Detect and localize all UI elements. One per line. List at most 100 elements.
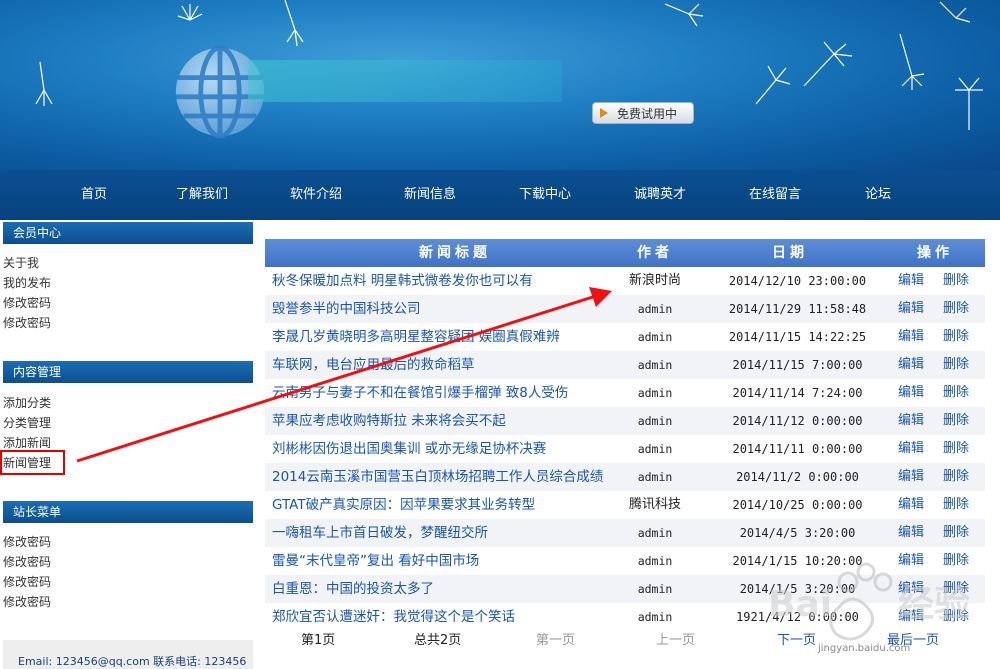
delete-link[interactable]: 删除	[943, 267, 969, 295]
sidebar-link-my-posts[interactable]: 我的发布	[3, 273, 51, 293]
header-date: 日期	[772, 245, 808, 261]
sidebar-link-about-me[interactable]: 关于我	[3, 253, 39, 273]
sidebar-link-category-management[interactable]: 分类管理	[3, 413, 51, 433]
news-title-link[interactable]: 苹果应考虑收购特斯拉 未来将会买不起	[272, 407, 617, 435]
news-author: admin	[637, 554, 673, 568]
news-date: 2014/11/14 7:24:00	[732, 386, 863, 400]
nav-item-about[interactable]: 了解我们	[157, 170, 247, 220]
news-date: 2014/11/15 14:22:25	[728, 330, 867, 344]
news-title-link[interactable]: 秋冬保暖加点料 明星韩式微卷发你也可以有	[272, 267, 617, 295]
news-date: 2014/11/12 0:00:00	[732, 414, 863, 428]
delete-link[interactable]: 删除	[943, 323, 969, 351]
delete-link[interactable]: 删除	[943, 435, 969, 463]
site-title-strip	[248, 60, 562, 102]
dandelion-icon	[939, 1, 971, 23]
nav-item-message[interactable]: 在线留言	[730, 170, 820, 220]
delete-link[interactable]: 删除	[943, 351, 969, 379]
table-row: 秋冬保暖加点料 明星韩式微卷发你也可以有 新浪时尚 2014/12/10 23:00…	[265, 267, 985, 295]
news-title-link[interactable]: 车联网，电台应用最后的救命稻草	[272, 351, 617, 379]
news-title-link[interactable]: 云南男子与妻子不和在餐馆引爆手榴弹 致8人受伤	[272, 379, 617, 407]
dandelion-icon	[955, 77, 983, 130]
edit-link[interactable]: 编辑	[898, 323, 924, 351]
table-row: 2014云南玉溪市国营玉白顶林场招聘工作人员综合成绩 admin 2014/11/2…	[265, 463, 985, 491]
nav-item-software[interactable]: 软件介绍	[271, 170, 361, 220]
news-date: 2014/12/10 23:00:00	[728, 274, 867, 288]
dandelion-icon	[664, 3, 704, 27]
edit-link[interactable]: 编辑	[898, 407, 924, 435]
svg-text:Bai: Bai	[768, 584, 832, 625]
sidebar-link-change-password[interactable]: 修改密码	[3, 552, 51, 572]
news-author: admin	[637, 582, 673, 596]
sidebar-link-change-password[interactable]: 修改密码	[3, 592, 51, 612]
watermark-url: jingyan.baidu.com	[818, 643, 911, 654]
edit-link[interactable]: 编辑	[898, 295, 924, 323]
delete-link[interactable]: 删除	[943, 519, 969, 547]
news-title-link[interactable]: 白重恩：中国的投资太多了	[272, 575, 617, 603]
table-row: 车联网，电台应用最后的救命稻草 admin 2014/11/15 7:00:00 编辑…	[265, 351, 985, 379]
admin-menu-heading: 站长菜单	[3, 501, 253, 523]
table-row: 李晟几岁黄晓明多高明星整容疑团 娱圈真假难辨 admin 2014/11/15 14…	[265, 323, 985, 351]
dandelion-icon	[177, 4, 203, 21]
news-author: admin	[637, 330, 673, 344]
edit-link[interactable]: 编辑	[898, 351, 924, 379]
pager-total: 总共2页	[414, 633, 462, 648]
sidebar-link-change-password[interactable]: 修改密码	[3, 532, 51, 552]
nav-item-home[interactable]: 首页	[49, 170, 139, 220]
table-row: 云南男子与妻子不和在餐馆引爆手榴弹 致8人受伤 admin 2014/11/14 7…	[265, 379, 985, 407]
table-row: 一嗨租车上市首日破发，梦醒纽交所 admin 2014/4/5 3:20:00 编辑删…	[265, 519, 985, 547]
news-title-link[interactable]: GTAT破产真实原因：因苹果要求其业务转型	[272, 491, 617, 519]
delete-link[interactable]: 删除	[943, 491, 969, 519]
edit-link[interactable]: 编辑	[898, 491, 924, 519]
edit-link[interactable]: 编辑	[898, 379, 924, 407]
news-date: 2014/11/15 7:00:00	[732, 358, 863, 372]
news-author: 腾讯科技	[628, 497, 681, 512]
delete-link[interactable]: 删除	[943, 379, 969, 407]
news-author: admin	[637, 442, 673, 456]
sidebar-link-add-category[interactable]: 添加分类	[3, 393, 51, 413]
nav-item-download[interactable]: 下载中心	[500, 170, 590, 220]
news-author: admin	[637, 526, 673, 540]
header-actions: 操作	[917, 245, 953, 261]
sidebar-link-change-password[interactable]: 修改密码	[3, 572, 51, 592]
news-title-link[interactable]: 2014云南玉溪市国营玉白顶林场招聘工作人员综合成绩	[272, 463, 617, 491]
table-row: GTAT破产真实原因：因苹果要求其业务转型 腾讯科技 2014/10/25 0:00…	[265, 491, 985, 519]
edit-link[interactable]: 编辑	[898, 435, 924, 463]
edit-link[interactable]: 编辑	[898, 267, 924, 295]
sidebar-link-change-password[interactable]: 修改密码	[3, 293, 51, 313]
dandelion-icon	[35, 61, 53, 106]
sidebar-link-change-password[interactable]: 修改密码	[3, 313, 51, 333]
news-author: admin	[637, 358, 673, 372]
content-management-heading: 内容管理	[3, 361, 253, 383]
dandelion-icon	[899, 33, 925, 90]
news-title-link[interactable]: 刘彬彬因伤退出国奥集训 或亦无缘足协杯决赛	[272, 435, 617, 463]
news-title-link[interactable]: 毁誉参半的中国科技公司	[272, 295, 617, 323]
pager-prev[interactable]: 上一页	[656, 632, 695, 650]
nav-item-forum[interactable]: 论坛	[833, 170, 923, 220]
pager-current: 第1页	[301, 633, 336, 648]
nav-item-jobs[interactable]: 诚聘英才	[615, 170, 705, 220]
play-icon	[600, 108, 608, 118]
dandelion-icon	[284, 0, 304, 47]
edit-link[interactable]: 编辑	[898, 519, 924, 547]
dandelion-icon	[803, 41, 853, 87]
main-nav: 首页 了解我们 软件介绍 新闻信息 下载中心 诚聘英才 在线留言 论坛	[0, 170, 1000, 220]
nav-item-news[interactable]: 新闻信息	[385, 170, 475, 220]
news-title-link[interactable]: 郑欣宜否认遭迷奸：我觉得这个是个笑话	[272, 603, 617, 631]
table-row: 毁誉参半的中国科技公司 admin 2014/11/29 11:58:48 编辑 删除	[265, 295, 985, 323]
news-title-link[interactable]: 李晟几岁黄晓明多高明星整容疑团 娱圈真假难辨	[272, 323, 617, 351]
contact-footer: Email: 123456@qq.com 联系电话: 123456	[3, 640, 253, 669]
delete-link[interactable]: 删除	[943, 295, 969, 323]
delete-link[interactable]: 删除	[943, 407, 969, 435]
header-author: 作者	[637, 245, 673, 261]
delete-link[interactable]: 删除	[943, 463, 969, 491]
news-author: admin	[637, 302, 673, 316]
free-trial-button[interactable]: 免费试用中	[592, 102, 694, 124]
edit-link[interactable]: 编辑	[898, 463, 924, 491]
free-trial-label: 免费试用中	[617, 107, 678, 121]
pager-first[interactable]: 第一页	[536, 632, 575, 650]
news-title-link[interactable]: 一嗨租车上市首日破发，梦醒纽交所	[272, 519, 617, 547]
table-row: 刘彬彬因伤退出国奥集训 或亦无缘足协杯决赛 admin 2014/11/11 0:0…	[265, 435, 985, 463]
news-title-link[interactable]: 雷曼“末代皇帝”复出 看好中国市场	[272, 547, 617, 575]
header-title: 新闻标题	[419, 245, 491, 261]
table-row: 苹果应考虑收购特斯拉 未来将会买不起 admin 2014/11/12 0:00:0…	[265, 407, 985, 435]
